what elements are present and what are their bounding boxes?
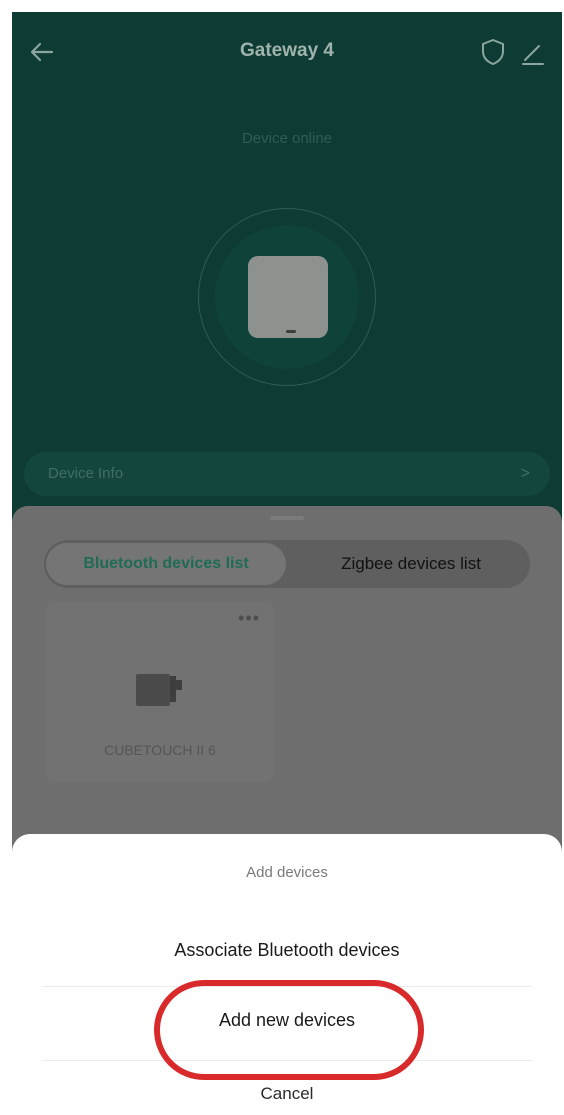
sheet-title: Add devices xyxy=(246,864,328,881)
device-card-name: CUBETOUCH II 6 xyxy=(104,742,216,758)
cancel-button[interactable]: Cancel xyxy=(12,1084,562,1104)
panel-drag-handle[interactable] xyxy=(270,516,304,520)
tab-zigbee-devices[interactable]: Zigbee devices list xyxy=(294,543,528,585)
edit-icon[interactable] xyxy=(520,40,546,66)
screen: Gateway 4 Device online Device Info > Bl… xyxy=(12,12,562,1115)
shield-icon[interactable] xyxy=(480,38,506,66)
chevron-right-icon: > xyxy=(520,465,530,482)
status-text: Device online xyxy=(241,130,333,147)
more-options-icon[interactable]: ••• xyxy=(238,608,260,629)
device-list-tabs: Bluetooth devices list Zigbee devices li… xyxy=(44,540,530,588)
gateway-led-indicator xyxy=(286,330,296,333)
device-info-row[interactable]: Device Info > xyxy=(24,452,550,496)
associate-bluetooth-devices-option[interactable]: Associate Bluetooth devices xyxy=(12,940,562,961)
gateway-device-image xyxy=(248,256,328,338)
highlight-ring-annotation xyxy=(154,980,424,1080)
device-header-area: Gateway 4 Device online Device Info > xyxy=(12,12,562,542)
add-devices-sheet: Add devices Associate Bluetooth devices … xyxy=(12,834,562,1115)
tab-bluetooth-devices[interactable]: Bluetooth devices list xyxy=(46,543,286,585)
curtain-device-icon xyxy=(136,674,182,706)
device-card[interactable]: ••• CUBETOUCH II 6 xyxy=(46,602,274,782)
top-bar: Gateway 4 xyxy=(12,12,562,92)
device-info-label: Device Info xyxy=(48,465,124,482)
